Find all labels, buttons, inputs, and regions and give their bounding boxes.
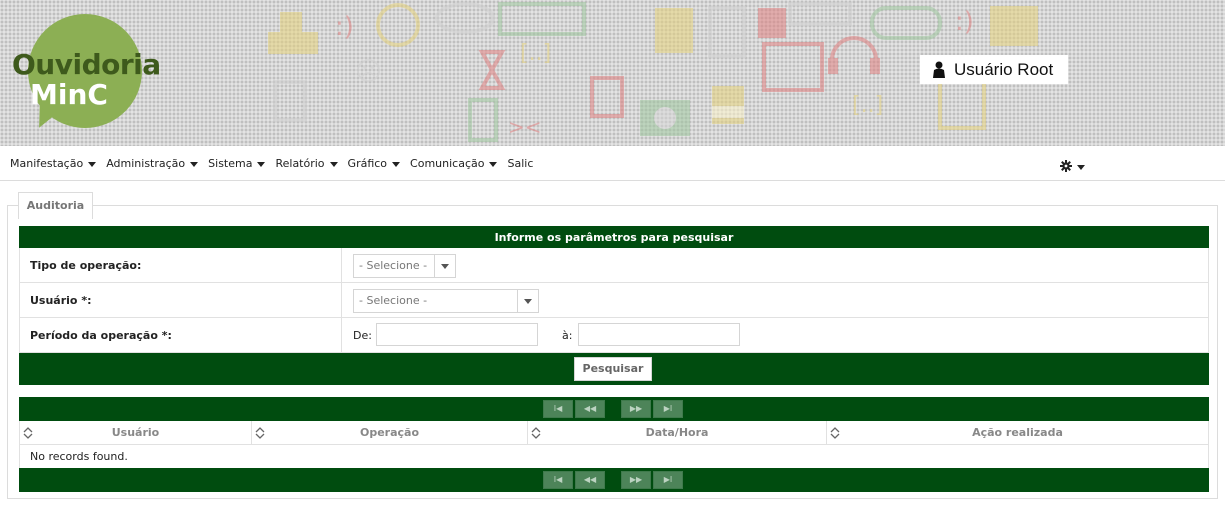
sort-icon xyxy=(531,427,541,439)
form-row-usuario: Usuário *: - Selecione - xyxy=(19,283,1209,318)
column-label: Usuário xyxy=(111,426,160,439)
first-page-button[interactable]: I◀ xyxy=(543,400,573,418)
column-label: Data/Hora xyxy=(645,426,709,439)
caret-down-icon xyxy=(329,162,338,167)
menu-item-administracao[interactable]: Administração xyxy=(106,157,199,170)
menu-label: Comunicação xyxy=(410,157,485,170)
settings-menu[interactable] xyxy=(1060,160,1085,172)
menu-label: Relatório xyxy=(275,157,325,170)
ate-label: à: xyxy=(562,328,573,342)
caret-down-icon xyxy=(190,162,199,167)
gear-icon xyxy=(1060,160,1072,172)
paginator-bottom: I◀ ◀◀ ▶▶ ▶I xyxy=(19,468,1209,492)
sort-icon xyxy=(23,427,33,439)
tipo-operacao-select[interactable]: - Selecione - xyxy=(353,254,456,278)
select-value: - Selecione - xyxy=(359,294,428,307)
search-action-bar: Pesquisar xyxy=(19,353,1209,385)
column-header-data-hora[interactable]: Data/Hora xyxy=(528,421,827,445)
last-page-button[interactable]: ▶I xyxy=(653,400,683,418)
form-row-periodo: Período da operação *: De: à: xyxy=(19,318,1209,353)
svg-text:[..]: [..] xyxy=(520,41,551,66)
menu-label: Gráfico xyxy=(347,157,388,170)
usuario-label: Usuário *: xyxy=(30,293,92,307)
de-label: De: xyxy=(353,328,372,342)
paginator-top: I◀ ◀◀ ▶▶ ▶I xyxy=(19,397,1209,421)
header-banner: :) :) ☹ >< [..] [..] Ouvidoria MinC Usuá… xyxy=(0,0,1225,146)
previous-page-button[interactable]: ◀◀ xyxy=(575,471,605,489)
main-menu: Manifestação Administração Sistema Relat… xyxy=(10,157,543,170)
tipo-operacao-label: Tipo de operação: xyxy=(30,258,142,272)
select-value: - Selecione - xyxy=(359,259,428,272)
menu-item-grafico[interactable]: Gráfico xyxy=(348,157,401,170)
sort-icon xyxy=(255,427,265,439)
empty-message-row: No records found. xyxy=(19,445,1209,468)
caret-down-icon xyxy=(1077,164,1085,170)
periodo-de-input[interactable] xyxy=(376,323,538,346)
periodo-ate-input[interactable] xyxy=(578,323,740,346)
row-divider xyxy=(341,283,342,317)
column-header-acao-realizada[interactable]: Ação realizada xyxy=(827,421,1208,445)
periodo-label: Período da operação *: xyxy=(30,328,172,342)
svg-text:><: >< xyxy=(508,115,542,139)
menu-label: Manifestação xyxy=(10,157,84,170)
row-divider xyxy=(341,318,342,352)
caret-down-icon xyxy=(257,162,266,167)
main-menu-bar: Manifestação Administração Sistema Relat… xyxy=(0,146,1225,181)
previous-page-button[interactable]: ◀◀ xyxy=(575,400,605,418)
menu-item-salic[interactable]: Salic xyxy=(507,157,533,170)
column-label: Ação realizada xyxy=(972,426,1063,439)
last-page-button[interactable]: ▶I xyxy=(653,471,683,489)
first-page-button[interactable]: I◀ xyxy=(543,471,573,489)
menu-label: Salic xyxy=(507,157,534,170)
next-page-button[interactable]: ▶▶ xyxy=(621,471,651,489)
svg-text::): :) xyxy=(955,7,974,37)
caret-down-icon xyxy=(489,162,498,167)
user-icon xyxy=(933,61,945,78)
menu-label: Administração xyxy=(106,157,186,170)
menu-item-sistema[interactable]: Sistema xyxy=(208,157,266,170)
svg-text::): :) xyxy=(335,12,354,42)
menu-item-manifestacao[interactable]: Manifestação xyxy=(10,157,97,170)
caret-down-icon xyxy=(392,162,401,167)
column-label: Operação xyxy=(359,426,420,439)
svg-text:[..]: [..] xyxy=(852,93,883,118)
dropdown-arrow-icon xyxy=(517,290,538,312)
menu-label: Sistema xyxy=(208,157,253,170)
form-row-tipo-operacao: Tipo de operação: - Selecione - xyxy=(19,248,1209,283)
column-header-operacao[interactable]: Operação xyxy=(252,421,528,445)
caret-down-icon xyxy=(88,162,97,167)
ouvidoria-minc-logo: Ouvidoria MinC xyxy=(8,10,188,134)
pesquisar-button[interactable]: Pesquisar xyxy=(574,357,652,381)
dropdown-arrow-icon xyxy=(434,255,455,277)
svg-text:☹: ☹ xyxy=(355,57,382,87)
column-header-usuario[interactable]: Usuário xyxy=(20,421,252,445)
user-badge[interactable]: Usuário Root xyxy=(920,55,1068,84)
usuario-select[interactable]: - Selecione - xyxy=(353,289,539,313)
logo-text-minc: MinC xyxy=(30,78,108,111)
logo-text-ouvidoria: Ouvidoria xyxy=(12,48,161,81)
tab-auditoria[interactable]: Auditoria xyxy=(18,192,93,219)
sort-icon xyxy=(830,427,840,439)
search-form-header: Informe os parâmetros para pesquisar xyxy=(19,226,1209,248)
menu-item-comunicacao[interactable]: Comunicação xyxy=(410,157,498,170)
results-table-header: Usuário Operação Data/Hora Ação realizad… xyxy=(19,421,1209,445)
menu-item-relatorio[interactable]: Relatório xyxy=(275,157,338,170)
user-name: Usuário Root xyxy=(954,59,1054,79)
next-page-button[interactable]: ▶▶ xyxy=(621,400,651,418)
row-divider xyxy=(341,248,342,282)
